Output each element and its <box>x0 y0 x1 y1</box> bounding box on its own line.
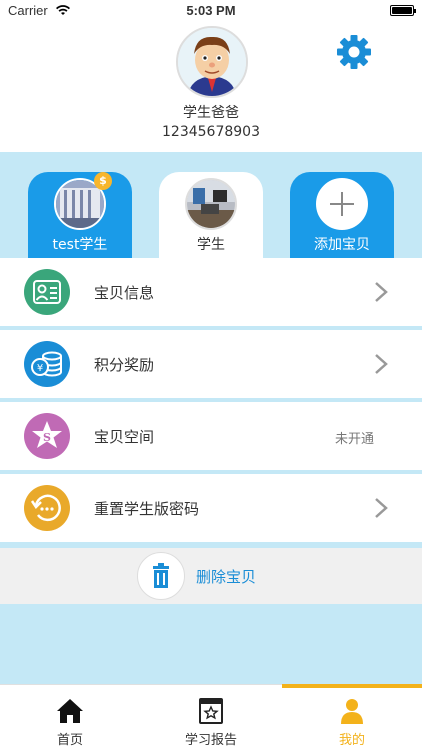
nav-label: 我的 <box>338 733 365 748</box>
trash-icon <box>153 563 169 588</box>
menu-item-reset-password[interactable]: 重置学生版密码 <box>0 474 422 542</box>
svg-text:¥: ¥ <box>37 363 43 374</box>
child-photo <box>185 178 237 230</box>
delete-child-section: 删除宝贝 <box>0 548 422 604</box>
status-bar: Carrier 5:03 PM <box>0 0 422 22</box>
user-name: 学生爸爸 <box>183 105 239 121</box>
svg-text:S: S <box>43 431 51 444</box>
star-s-icon: S <box>24 413 70 459</box>
delete-child-button[interactable] <box>137 552 185 600</box>
avatar[interactable] <box>176 26 248 98</box>
home-icon <box>57 699 83 723</box>
gear-icon <box>337 35 371 69</box>
coin-stack-icon: ¥ <box>24 341 70 387</box>
menu-item-label: 宝贝空间 <box>94 428 155 446</box>
tab-home[interactable]: 首页 <box>0 685 140 750</box>
menu-item-label: 重置学生版密码 <box>94 500 200 518</box>
nav-label: 首页 <box>56 733 83 748</box>
profile-card-icon <box>24 269 70 315</box>
tab-study-report[interactable]: 学习报告 <box>141 685 281 750</box>
report-icon <box>199 698 223 724</box>
chevron-right-icon <box>375 354 388 374</box>
cartoon-dad-avatar-icon <box>178 28 246 96</box>
child-tab-test-student[interactable]: $ test学生 <box>28 172 132 258</box>
menu-item-child-info[interactable]: 宝贝信息 <box>0 258 422 326</box>
add-child-tab[interactable]: 添加宝贝 <box>290 172 394 258</box>
nav-label: 学习报告 <box>184 733 237 748</box>
menu-item-label: 宝贝信息 <box>94 284 155 302</box>
user-phone: 12345678903 <box>162 124 260 140</box>
child-tab-student[interactable]: 学生 <box>159 172 263 258</box>
clock: 5:03 PM <box>186 3 236 18</box>
tab-mine[interactable]: 我的 <box>282 685 422 750</box>
chevron-right-icon <box>375 498 388 518</box>
password-reset-icon <box>24 485 70 531</box>
person-icon <box>341 699 363 724</box>
child-tab-label: test学生 <box>52 237 108 253</box>
bottom-nav: 首页 学习报告 我的 <box>0 684 422 750</box>
not-activated-status: 未开通 <box>334 432 374 447</box>
plus-icon <box>316 178 368 230</box>
child-tabs: $ test学生 学生 添加宝贝 <box>0 152 422 258</box>
child-tab-label: 添加宝贝 <box>314 237 370 253</box>
menu-item-child-space[interactable]: S 宝贝空间 未开通 <box>0 402 422 470</box>
coin-badge-icon: $ <box>94 172 112 190</box>
child-tab-label: 学生 <box>197 237 225 253</box>
settings-button[interactable] <box>334 32 374 72</box>
delete-child-label[interactable]: 删除宝贝 <box>196 566 256 587</box>
menu-item-label: 积分奖励 <box>94 356 155 374</box>
chevron-right-icon <box>375 282 388 302</box>
profile-header: 学生爸爸 12345678903 <box>0 22 422 152</box>
battery-icon <box>390 5 416 16</box>
menu-item-points-reward[interactable]: ¥ 积分奖励 <box>0 330 422 398</box>
